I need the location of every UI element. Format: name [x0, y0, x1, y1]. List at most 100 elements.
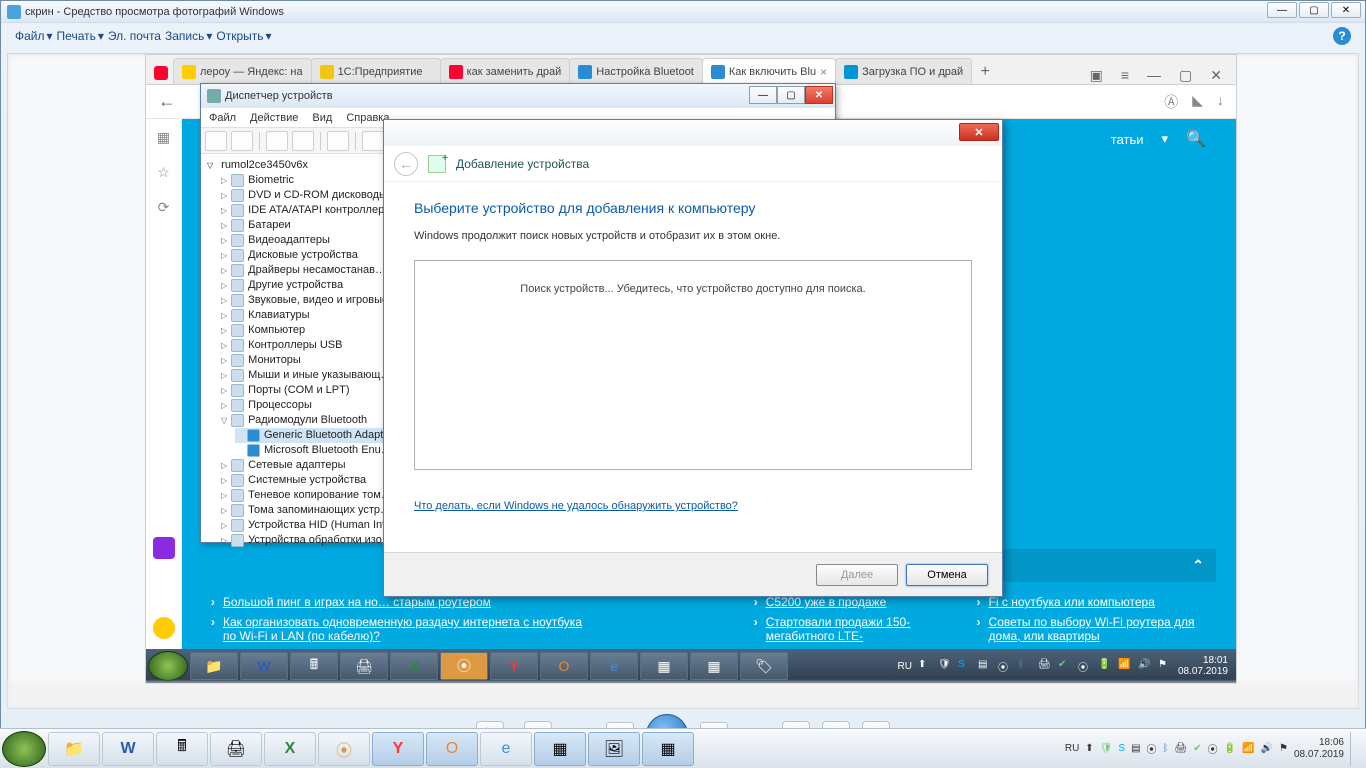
browser-tab-active[interactable]: Как включить Blu× — [702, 58, 836, 84]
taskbar-app-ie[interactable]: e — [480, 732, 532, 766]
tray-icon[interactable]: ▤ — [1131, 743, 1140, 754]
bookmark-icon[interactable]: ◣ — [1192, 92, 1203, 112]
article-link[interactable]: Большой пинг в играх на но… старым роуте… — [223, 595, 491, 609]
dm-menu-view[interactable]: Вид — [312, 112, 332, 124]
taskbar-app-word[interactable]: W — [240, 652, 288, 680]
menu-open[interactable]: Открыть ▾ — [216, 29, 271, 43]
help-icon[interactable]: ? — [1333, 27, 1351, 45]
dm-maximize-button[interactable]: ▢ — [777, 86, 805, 104]
tray-skype-icon[interactable]: S — [1118, 743, 1125, 754]
sidebar-bookmarks-icon[interactable]: ☆ — [157, 164, 170, 181]
taskbar-app-excel[interactable]: X — [264, 732, 316, 766]
toolbar-button[interactable] — [266, 131, 288, 151]
clock[interactable]: 18:0608.07.2019 — [1294, 737, 1344, 761]
tray-network-icon[interactable]: 📶 — [1242, 743, 1254, 754]
wizard-cancel-button[interactable]: Отмена — [906, 564, 988, 586]
tray-icon[interactable]: ⦿ — [1147, 741, 1157, 756]
sidebar-app-icon[interactable] — [153, 537, 175, 559]
taskbar-app-ie[interactable]: e — [590, 652, 638, 680]
article-link[interactable]: Стартовали продажи 150-мегабитного LTE- — [766, 615, 937, 643]
downloads-icon[interactable]: ↓ — [1217, 92, 1224, 112]
taskbar-app-calc[interactable]: 🖩 — [290, 652, 338, 680]
input-lang[interactable]: RU — [897, 661, 911, 672]
sidebar-history-icon[interactable]: ⟳ — [158, 199, 170, 216]
taskbar-app-word[interactable]: W — [102, 732, 154, 766]
wizard-titlebar[interactable]: ✕ — [384, 120, 1002, 146]
show-desktop-button[interactable] — [1350, 732, 1358, 766]
wizard-help-link[interactable]: Что делать, если Windows не удалось обна… — [414, 500, 738, 512]
taskbar-app-explorer[interactable]: 📁 — [48, 732, 100, 766]
new-tab-button[interactable]: + — [972, 60, 998, 84]
taskbar-app-excel[interactable]: X — [390, 652, 438, 680]
taskbar-app-outlook[interactable]: O — [426, 732, 478, 766]
tray-icon[interactable]: ⬆ — [918, 659, 932, 673]
site-nav-item[interactable]: татьи — [1111, 132, 1144, 147]
tray-icon[interactable]: ✔ — [1058, 659, 1072, 673]
taskbar-app[interactable]: ▦ — [640, 652, 688, 680]
article-link[interactable]: Fi с ноутбука или компьютера — [989, 595, 1155, 609]
tab-close-icon[interactable]: × — [820, 65, 827, 79]
wizard-next-button[interactable]: Далее — [816, 564, 898, 586]
tray-volume-icon[interactable]: 🔊 — [1138, 659, 1152, 673]
tray-icon[interactable]: 🛡 — [938, 659, 952, 673]
toolbar-button[interactable] — [205, 131, 227, 151]
toolbar-button[interactable] — [327, 131, 349, 151]
add-device-wizard[interactable]: ✕ ← Добавление устройства Выберите устро… — [383, 119, 1003, 597]
tray-flag-icon[interactable]: ⚑ — [1279, 743, 1288, 754]
clock[interactable]: 18:0108.07.2019 — [1178, 655, 1228, 677]
toolbar-button[interactable] — [362, 131, 384, 151]
sidebar-alice-icon[interactable] — [153, 617, 175, 639]
tray-icon[interactable]: ⦿ — [1208, 741, 1218, 756]
article-link[interactable]: Как организовать одновременную раздачу и… — [223, 615, 594, 643]
window-minimize-button[interactable]: — — [1267, 2, 1297, 18]
dm-menu-action[interactable]: Действие — [250, 112, 298, 124]
browser-tab[interactable]: Настройка Bluetoot — [569, 58, 703, 84]
inner-system-tray[interactable]: RU ⬆ 🛡 S ▤ ⦿ ᛒ 🖨 ✔ ⦿ 🔋 📶 🔊 ⚑ 18:0108.07.… — [897, 655, 1234, 677]
tray-flag-icon[interactable]: ⚑ — [1158, 659, 1172, 673]
menu-burn[interactable]: Запись ▾ — [165, 29, 212, 43]
wizard-close-button[interactable]: ✕ — [959, 123, 999, 141]
browser-tab[interactable]: 1С:Предприятие — [311, 58, 441, 84]
taskbar-app[interactable]: ▦ — [534, 732, 586, 766]
taskbar-app-photoviewer[interactable]: 🖼 — [588, 732, 640, 766]
window-close-button[interactable]: ✕ — [1331, 2, 1361, 18]
input-lang[interactable]: RU — [1065, 743, 1079, 754]
start-button[interactable] — [2, 731, 46, 767]
sidebar-apps-icon[interactable]: ▦ — [157, 129, 170, 146]
browser-menu-icon[interactable]: ≡ — [1121, 67, 1129, 84]
dm-menu-file[interactable]: Файл — [209, 112, 236, 124]
tray-network-icon[interactable]: 📶 — [1118, 659, 1132, 673]
article-link[interactable]: Советы по выбору Wi-Fi роутера для дома,… — [989, 615, 1216, 643]
dm-close-button[interactable]: ✕ — [805, 86, 833, 104]
device-manager-titlebar[interactable]: Диспетчер устройств — ▢ ✕ — [201, 84, 835, 108]
browser-maximize-icon[interactable]: ▢ — [1179, 67, 1192, 84]
taskbar-app[interactable]: 🏷 — [740, 652, 788, 680]
tray-icon[interactable]: 🖨 — [1038, 659, 1052, 673]
browser-tab[interactable]: лероу — Яндекс: на — [173, 58, 312, 84]
article-link[interactable]: С5200 уже в продаже — [766, 595, 887, 609]
tray-icon[interactable]: 🖨 — [1175, 743, 1188, 754]
taskbar-app-printer[interactable]: 🖨 — [210, 732, 262, 766]
browser-tab[interactable]: Загрузка ПО и драй — [835, 58, 972, 84]
tray-bluetooth-icon[interactable]: ᛒ — [1163, 743, 1169, 754]
taskbar-app[interactable]: ▦ — [642, 732, 694, 766]
tray-icon[interactable]: ▤ — [978, 659, 992, 673]
taskbar-app[interactable]: ⦿ — [318, 732, 370, 766]
browser-close-icon[interactable]: ✕ — [1210, 67, 1222, 84]
system-tray[interactable]: RU ⬆ 🛡 S ▤ ⦿ ᛒ 🖨 ✔ ⦿ 🔋 📶 🔊 ⚑ 18:0608.07.… — [1065, 732, 1364, 766]
browser-minimize-icon[interactable]: — — [1147, 67, 1161, 84]
tabs-overview-icon[interactable]: ▣ — [1090, 67, 1103, 84]
photo-viewer-titlebar[interactable]: скрин - Средство просмотра фотографий Wi… — [1, 1, 1365, 23]
tray-battery-icon[interactable]: 🔋 — [1224, 743, 1236, 754]
dm-minimize-button[interactable]: — — [749, 86, 777, 104]
tray-volume-icon[interactable]: 🔊 — [1261, 743, 1273, 754]
taskbar-app-yandex[interactable]: Y — [372, 732, 424, 766]
tray-icon[interactable]: 🛡 — [1100, 743, 1113, 754]
toolbar-button[interactable] — [292, 131, 314, 151]
window-maximize-button[interactable]: ▢ — [1299, 2, 1329, 18]
back-button[interactable]: ← — [158, 91, 176, 112]
tray-skype-icon[interactable]: S — [958, 659, 972, 673]
menu-file[interactable]: Файл ▾ — [15, 29, 53, 43]
tray-bluetooth-icon[interactable]: ᛒ — [1018, 659, 1032, 673]
menu-print[interactable]: Печать ▾ — [57, 29, 104, 43]
